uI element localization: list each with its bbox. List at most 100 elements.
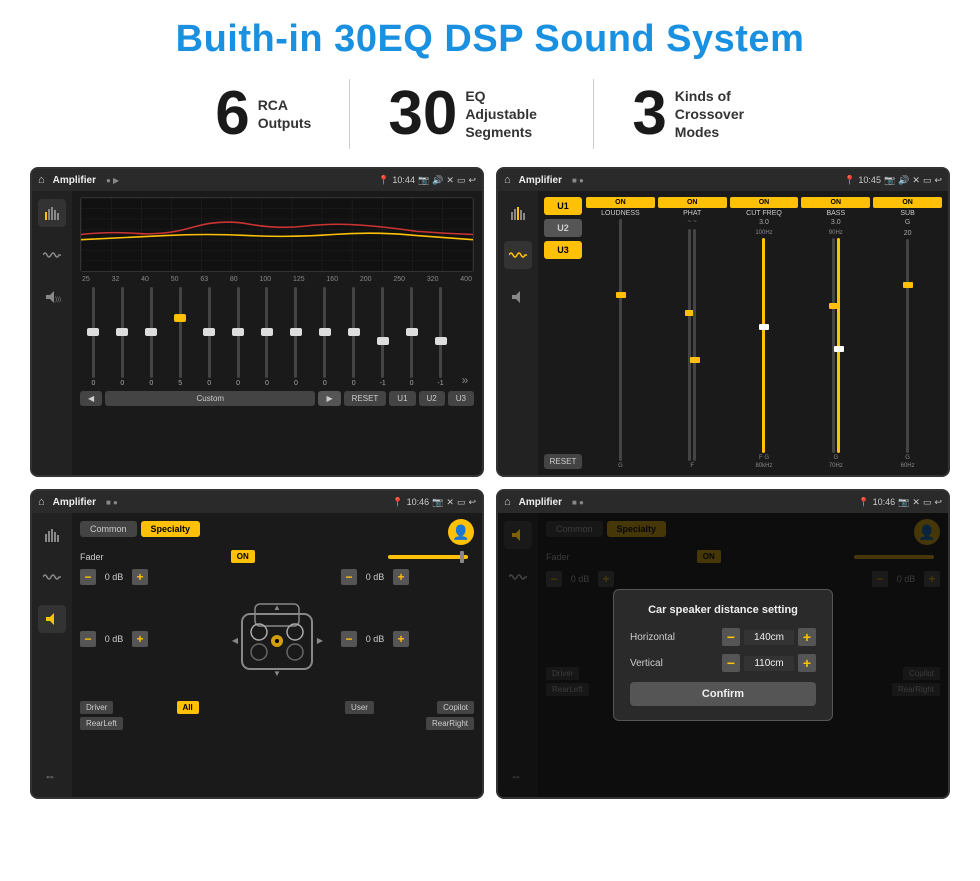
fader-sidebar-eq-icon[interactable]: [38, 521, 66, 549]
bass-on-btn[interactable]: ON: [801, 197, 870, 208]
fader-sidebar-wave-icon[interactable]: [38, 563, 66, 591]
horizontal-minus-btn[interactable]: −: [722, 628, 740, 646]
distance-dots: ■ ●: [572, 498, 584, 507]
stat-eq-label: EQ AdjustableSegments: [465, 87, 555, 142]
eq-slider-9[interactable]: 0: [311, 287, 338, 387]
fader-profile-icon[interactable]: 👤: [448, 519, 474, 545]
horizontal-plus-btn[interactable]: +: [798, 628, 816, 646]
rr-minus-btn[interactable]: −: [341, 631, 357, 647]
freq-125: 125: [293, 276, 305, 283]
eq-bottom-bar: ◀ Custom ▶ RESET U1 U2 U3: [80, 391, 474, 406]
eq-slider-1[interactable]: 0: [80, 287, 107, 387]
eq-sidebar-eq-icon[interactable]: [38, 199, 66, 227]
freq-32: 32: [112, 276, 120, 283]
stat-crossover-number: 3: [632, 83, 666, 145]
phat-on-btn[interactable]: ON: [658, 197, 727, 208]
fader-on-btn[interactable]: ON: [231, 550, 255, 563]
freq-80: 80: [230, 276, 238, 283]
fader-specialty-tab[interactable]: Specialty: [141, 521, 201, 537]
eq-slider-4[interactable]: 5: [167, 287, 194, 387]
home-icon[interactable]: ⌂: [38, 174, 45, 186]
eq-custom-btn[interactable]: Custom: [105, 391, 315, 406]
vertical-minus-btn[interactable]: −: [722, 654, 740, 672]
distance-home-icon[interactable]: ⌂: [504, 496, 511, 508]
fader-status-bar: ⌂ Amplifier ■ ● 📍 10:46 📷 ✕ ▭ ↩: [32, 491, 482, 513]
eq-sidebar-vol-icon[interactable]: )))): [38, 283, 66, 311]
eq-more-arrow[interactable]: »: [456, 373, 474, 387]
eq-back-icon[interactable]: ↩: [468, 175, 476, 186]
fader-camera-icon: 📷: [432, 497, 443, 508]
crossover-x-icon: ✕: [912, 175, 920, 186]
fader-sidebar-speaker-icon[interactable]: [38, 605, 66, 633]
fader-sidebar-arrows-icon[interactable]: ⇔: [38, 761, 66, 789]
freq-100: 100: [259, 276, 271, 283]
all-btn[interactable]: All: [177, 701, 199, 714]
bass-70hz: 70Hz: [829, 463, 843, 469]
crossover-sidebar-vol-icon[interactable]: [504, 283, 532, 311]
eq-u3-btn[interactable]: U3: [448, 391, 474, 406]
vertical-plus-btn[interactable]: +: [798, 654, 816, 672]
eq-slider-13[interactable]: -1: [427, 287, 454, 387]
eq-slider-7[interactable]: 0: [254, 287, 281, 387]
fl-minus-btn[interactable]: −: [80, 569, 96, 585]
rl-plus-btn[interactable]: +: [132, 631, 148, 647]
eq-reset-btn[interactable]: RESET: [344, 391, 387, 406]
eq-slider-6[interactable]: 0: [225, 287, 252, 387]
speaker-grid: − 0 dB + − 0 dB +: [80, 569, 474, 697]
crossover-sidebar-wave-icon[interactable]: [504, 241, 532, 269]
eq-slider-2[interactable]: 0: [109, 287, 136, 387]
eq-slider-10[interactable]: 0: [340, 287, 367, 387]
phat-slider[interactable]: [658, 229, 727, 461]
distance-dialog: Car speaker distance setting Horizontal …: [613, 589, 833, 721]
fader-time: 10:46: [407, 497, 430, 507]
sub-on-btn[interactable]: ON: [873, 197, 942, 208]
fader-home-icon[interactable]: ⌂: [38, 496, 45, 508]
crossover-u3-btn[interactable]: U3: [544, 241, 582, 259]
fr-plus-btn[interactable]: +: [393, 569, 409, 585]
rl-minus-btn[interactable]: −: [80, 631, 96, 647]
crossover-u1-btn[interactable]: U1: [544, 197, 582, 215]
fader-back-icon[interactable]: ↩: [468, 497, 476, 508]
eq-slider-12[interactable]: 0: [398, 287, 425, 387]
fader-main-area: Common Specialty 👤 Fader ON: [72, 513, 482, 797]
distance-back-icon[interactable]: ↩: [934, 497, 942, 508]
bass-hz: 90Hz: [829, 230, 843, 236]
rr-plus-btn[interactable]: +: [393, 631, 409, 647]
bass-g-val: 3.0: [831, 219, 841, 226]
fr-minus-btn[interactable]: −: [341, 569, 357, 585]
fader-bottom-labels: Driver All User Copilot: [80, 701, 474, 714]
rear-left-btn[interactable]: RearLeft: [80, 717, 123, 730]
user-btn[interactable]: User: [345, 701, 374, 714]
eq-u1-btn[interactable]: U1: [389, 391, 415, 406]
eq-u2-btn[interactable]: U2: [419, 391, 445, 406]
eq-prev-btn[interactable]: ◀: [80, 391, 102, 406]
eq-slider-8[interactable]: 0: [282, 287, 309, 387]
eq-slider-11[interactable]: -1: [369, 287, 396, 387]
eq-sidebar-wave-icon[interactable]: [38, 241, 66, 269]
driver-btn[interactable]: Driver: [80, 701, 113, 714]
rear-right-btn[interactable]: RearRight: [426, 717, 474, 730]
fader-slider[interactable]: [388, 555, 468, 559]
confirm-button[interactable]: Confirm: [630, 682, 816, 706]
eq-sidebar: )))): [32, 191, 72, 475]
eq-slider-3[interactable]: 0: [138, 287, 165, 387]
eq-play-btn[interactable]: ▶: [318, 391, 340, 406]
loudness-on-btn[interactable]: ON: [586, 197, 655, 208]
fl-plus-btn[interactable]: +: [132, 569, 148, 585]
copilot-btn[interactable]: Copilot: [437, 701, 474, 714]
loudness-slider[interactable]: [586, 219, 655, 461]
sub-slider[interactable]: [873, 239, 942, 453]
cutfreq-on-btn[interactable]: ON: [730, 197, 799, 208]
fader-common-tab[interactable]: Common: [80, 521, 137, 537]
crossover-back-icon[interactable]: ↩: [934, 175, 942, 186]
fader-bottom-labels-2: RearLeft RearRight: [80, 717, 474, 730]
bass-slider[interactable]: [801, 238, 870, 453]
car-diagram: ▲ ▼ ◀ ▶: [217, 589, 337, 689]
crossover-rect-icon: ▭: [923, 175, 932, 186]
crossover-home-icon[interactable]: ⌂: [504, 174, 511, 186]
cutfreq-slider[interactable]: [730, 238, 799, 453]
crossover-u2-btn[interactable]: U2: [544, 219, 582, 237]
eq-slider-5[interactable]: 0: [196, 287, 223, 387]
crossover-sidebar-eq-icon[interactable]: [504, 199, 532, 227]
crossover-reset-btn[interactable]: RESET: [544, 454, 582, 469]
